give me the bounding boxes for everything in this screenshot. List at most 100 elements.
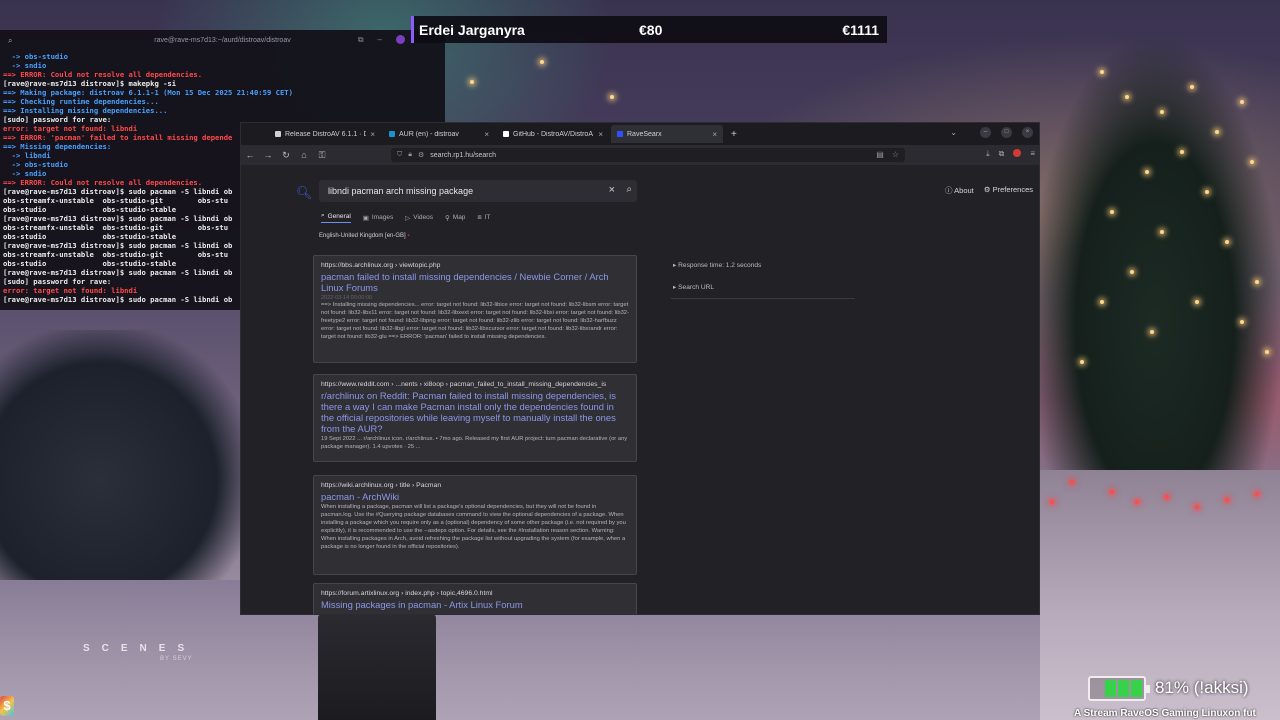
locale-selector[interactable]: English-United Kingdom [en-GB] ▪	[319, 233, 410, 239]
red-light-bulb	[1255, 492, 1259, 496]
forward-icon[interactable]: →	[259, 150, 277, 160]
reload-icon[interactable]: ↻	[277, 150, 295, 161]
result-date: 2022-03-14 00:00:00	[321, 295, 373, 301]
search-result[interactable]: https://www.reddit.com › ...nents › xi8o…	[313, 374, 637, 462]
minimize-icon[interactable]: –	[980, 127, 991, 138]
browser-tab[interactable]: RaveSearx ×	[611, 125, 723, 143]
tab-favicon-icon	[503, 131, 509, 137]
browser-tab[interactable]: AUR (en) - distroav ×	[383, 125, 495, 143]
tab-label: GitHub - DistroAV/DistroA	[513, 130, 593, 138]
light-bulb	[610, 95, 614, 99]
result-url[interactable]: https://www.reddit.com › ...nents › xi8o…	[321, 381, 629, 388]
close-icon[interactable]: ×	[1022, 127, 1033, 138]
result-snippet: 19 Sept 2022 ... r/archlinux icon. r/arc…	[321, 436, 628, 450]
result-title-link[interactable]: Missing packages in pacman - Artix Linux…	[321, 599, 629, 610]
permissions-icon[interactable]: ⚙	[418, 151, 424, 159]
close-tab-icon[interactable]: ×	[484, 130, 489, 139]
category-tabs: ⌕ General ▣ Images ▷ Videos ⚲ Map ⧈ IT	[321, 212, 490, 223]
score-accent-bar	[411, 16, 414, 43]
new-tab-button[interactable]: +	[731, 129, 737, 140]
scenes-logo: SCENES	[83, 643, 197, 654]
result-url[interactable]: https://wiki.archlinux.org › title › Pac…	[321, 482, 629, 489]
score-value-1: €80	[639, 21, 663, 38]
maximize-icon[interactable]: □	[1001, 127, 1012, 138]
red-light-bulb	[1135, 500, 1139, 504]
clear-search-icon[interactable]: ×	[609, 184, 615, 196]
search-input[interactable]: libndi pacman arch missing package × ⌕	[319, 180, 637, 202]
back-icon[interactable]: ←	[241, 150, 259, 160]
record-indicator-icon[interactable]	[1013, 149, 1022, 157]
search-icon[interactable]: ⌕	[8, 36, 12, 46]
about-link[interactable]: ⓘ About	[945, 185, 974, 196]
tab-category[interactable]: ⚲ Map	[445, 212, 465, 223]
shield-icon[interactable]: ⛉	[397, 151, 402, 159]
split-icon[interactable]: ⧉	[358, 35, 364, 45]
light-bulb	[1150, 330, 1154, 334]
home-icon[interactable]: ⌂	[295, 150, 313, 160]
result-url[interactable]: https://forum.artixlinux.org › index.php…	[321, 590, 629, 597]
navigation-bar: ← → ↻ ⌂ ⚿ ⛉ 🔒︎ ⚙ search.rp1.hu/search ▤ …	[241, 145, 1039, 165]
tab-label: Release DistroAV 6.1.1 · D	[285, 130, 367, 138]
browser-window[interactable]: Release DistroAV 6.1.1 · D × AUR (en) - di…	[240, 122, 1040, 615]
result-title-link[interactable]: pacman failed to install missing depende…	[321, 271, 629, 293]
search-result[interactable]: https://bbs.archlinux.org › viewtopic.ph…	[313, 255, 637, 363]
red-light-bulb	[1070, 480, 1074, 484]
search-result[interactable]: https://forum.artixlinux.org › index.php…	[313, 583, 637, 614]
category-label: Map	[452, 214, 466, 221]
category-icon: ▣	[362, 214, 369, 222]
lock-icon[interactable]: 🔒︎	[408, 151, 412, 159]
search-result[interactable]: https://wiki.archlinux.org › title › Pac…	[313, 475, 637, 575]
light-bulb	[1225, 240, 1229, 244]
stream-ticker: A Stream RaveOS Gaming Linuxon fut	[1074, 708, 1256, 719]
flag-icon: ▪	[407, 233, 410, 239]
sidebar-divider	[671, 298, 855, 299]
browser-tab[interactable]: GitHub - DistroAV/DistroA ×	[497, 125, 609, 143]
response-time-label: Response time: 1.2 seconds	[678, 262, 762, 269]
search-query-text[interactable]: libndi pacman arch missing package	[328, 186, 473, 196]
browser-tab[interactable]: Release DistroAV 6.1.1 · D ×	[269, 125, 381, 143]
category-label: General	[327, 212, 351, 220]
extension-key-icon[interactable]: ⚿	[313, 150, 331, 161]
light-bulb	[1190, 85, 1194, 89]
tab-category[interactable]: ▣ Images	[363, 212, 393, 223]
car-background	[0, 330, 250, 580]
url-text[interactable]: search.rp1.hu/search	[430, 152, 496, 159]
terminal-line: [rave@rave-ms7d13 distroav]$ makepkg -si	[3, 79, 177, 88]
response-time[interactable]: ▸ Response time: 1.2 seconds	[673, 261, 761, 269]
result-url[interactable]: https://bbs.archlinux.org › viewtopic.ph…	[321, 262, 629, 269]
preferences-link[interactable]: ⚙ Preferences	[984, 185, 1033, 196]
tab-category[interactable]: ⧈ IT	[477, 212, 490, 223]
close-icon[interactable]	[396, 35, 405, 44]
terminal-titlebar[interactable]: ⌕ rave@rave-ms7d13:~/aurd/distroav/distr…	[0, 30, 445, 50]
result-snippet: ==> Installing missing dependencies... e…	[321, 302, 629, 340]
close-tab-icon[interactable]: ×	[598, 130, 603, 139]
minimize-icon[interactable]: –	[378, 35, 382, 45]
battery-cell	[1105, 680, 1116, 697]
tab-category[interactable]: ⌕ General	[321, 212, 351, 223]
light-bulb	[1195, 300, 1199, 304]
tab-category[interactable]: ▷ Videos	[405, 212, 433, 223]
downloads-icon[interactable]: ⤓	[986, 149, 990, 159]
address-bar[interactable]: ⛉ 🔒︎ ⚙ search.rp1.hu/search ▤ ☆	[391, 148, 905, 162]
tab-list-icon[interactable]: ⌄	[950, 128, 957, 137]
search-icon[interactable]: ⌕	[626, 184, 632, 195]
search-url-toggle[interactable]: ▸ Search URL	[673, 283, 714, 291]
category-icon: ⧈	[477, 213, 482, 221]
category-icon: ⚲	[445, 214, 450, 222]
bookmark-star-icon[interactable]: ☆	[892, 150, 899, 159]
light-bulb	[1125, 95, 1129, 99]
battery-icon	[1088, 676, 1150, 701]
reader-view-icon[interactable]: ▤	[876, 150, 884, 159]
battery-cell	[1092, 680, 1103, 697]
close-tab-icon[interactable]: ×	[712, 130, 717, 139]
category-icon: ⌕	[321, 212, 325, 219]
result-title-link[interactable]: pacman - ArchWiki	[321, 491, 629, 502]
extensions-icon[interactable]: ⧉	[999, 149, 1005, 159]
close-tab-icon[interactable]: ×	[370, 130, 375, 139]
red-light-bulb	[1110, 490, 1114, 494]
tab-favicon-icon	[389, 131, 395, 137]
result-title-link[interactable]: r/archlinux on Reddit: Pacman failed to …	[321, 390, 629, 434]
searxng-logo-icon[interactable]: 🔍︎	[296, 185, 313, 201]
menu-icon[interactable]: ≡	[1030, 149, 1035, 159]
terminal-title: rave@rave-ms7d13:~/aurd/distroav/distroa…	[154, 36, 291, 44]
